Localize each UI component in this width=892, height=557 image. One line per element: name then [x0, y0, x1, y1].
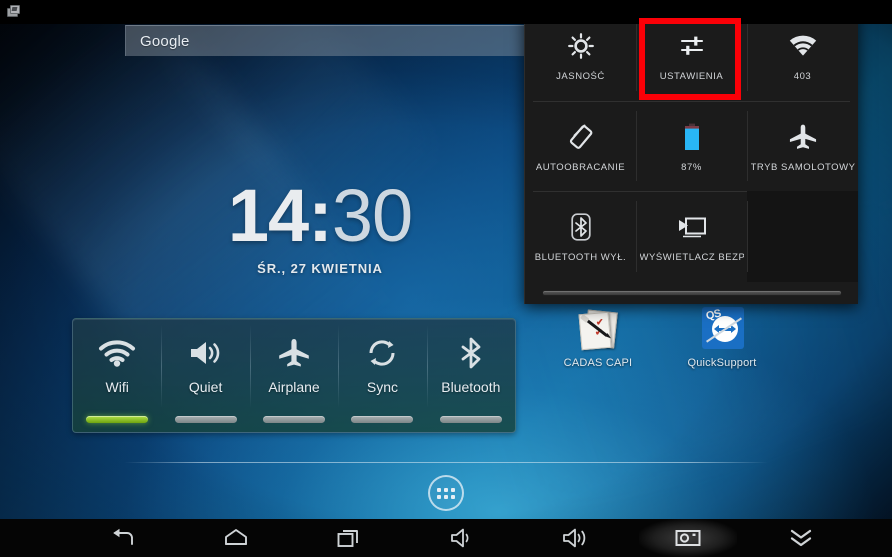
home-icon [223, 528, 249, 548]
navigation-bar [0, 519, 892, 557]
toggle-wifi[interactable]: Wifi [73, 319, 161, 432]
camera-icon [675, 528, 701, 548]
cadas-capi-icon: ✔ ✔ [574, 305, 622, 353]
power-control-widget: Wifi Quiet Airplane Sync Bluetooth [72, 318, 516, 433]
qs-tile-label: WYŚWIETLACZ BEZPRZEW [639, 252, 744, 264]
clock-hours: 14 [227, 174, 309, 257]
airplane-icon [277, 333, 311, 373]
toggle-state-bar [263, 416, 326, 423]
brightness-sun-icon [567, 29, 594, 63]
toggle-sync[interactable]: Sync [338, 319, 426, 432]
desktop-icon-cadas-capi[interactable]: ✔ ✔ CADAS CAPI [555, 305, 641, 369]
hotseat-divider [124, 462, 768, 463]
toggle-quiet[interactable]: Quiet [161, 319, 249, 432]
toggle-airplane[interactable]: Airplane [249, 319, 338, 432]
toggle-state-bar [174, 416, 237, 423]
qs-tile-battery[interactable]: 87% [636, 101, 747, 192]
nav-hide-navbar-button[interactable] [744, 519, 857, 557]
toggle-label: Sync [366, 379, 398, 395]
android-home-screen: Google 14:30 ŚR., 27 KWIETNIA Wifi Quiet… [0, 0, 892, 557]
bluetooth-icon [458, 333, 484, 373]
status-bar [0, 0, 892, 24]
toggle-state-bar [351, 416, 414, 423]
cast-screen-icon [677, 210, 707, 244]
qs-tile-empty [747, 191, 858, 283]
qs-tile-label: BLUETOOTH WYŁ. [534, 252, 627, 264]
toggle-bluetooth[interactable]: Bluetooth [426, 319, 515, 432]
app-drawer-grid-icon [437, 487, 455, 499]
quick-settings-row: BLUETOOTH WYŁ. WYŚWIETLACZ BEZPRZEW [525, 191, 858, 283]
quick-settings-grid: JASNOŚĆ USTAWIENIA 403 AUTOOBRACANIE 87%… [525, 10, 858, 283]
qs-tile-label: 87% [681, 161, 702, 173]
desktop-icon-label: CADAS CAPI [563, 357, 633, 369]
qs-tile-airplane-mode[interactable]: TRYB SAMOLOTOWY [747, 101, 858, 192]
quick-settings-panel: JASNOŚĆ USTAWIENIA 403 AUTOOBRACANIE 87%… [524, 10, 858, 304]
qs-tile-label: JASNOŚĆ [556, 70, 605, 82]
clock-separator: : [308, 174, 333, 257]
bluetooth-icon [570, 210, 591, 244]
volume-down-icon [449, 527, 475, 549]
app-drawer-button[interactable] [428, 475, 464, 511]
qs-tile-bluetooth[interactable]: BLUETOOTH WYŁ. [525, 191, 636, 282]
qs-tile-label: 403 [793, 70, 812, 82]
nav-volume-up-button[interactable] [518, 519, 631, 557]
battery-icon [683, 120, 701, 154]
desktop-icon-row: ✔ ✔ CADAS CAPI QS QuickSupport [555, 305, 765, 369]
google-search-bar[interactable]: Google [125, 25, 525, 56]
back-arrow-icon [110, 527, 136, 549]
desktop-icon-label: QuickSupport [687, 357, 757, 369]
toggle-label: Quiet [188, 379, 223, 395]
qs-tile-label: USTAWIENIA [659, 70, 724, 82]
nav-back-button[interactable] [66, 519, 179, 557]
quicksupport-icon: QS [698, 305, 746, 353]
double-chevron-down-icon [788, 528, 814, 548]
clock-date: ŚR., 27 KWIETNIA [257, 261, 383, 276]
search-placeholder: Google [140, 32, 190, 50]
toggle-state-bar [439, 416, 502, 423]
toggle-label: Wifi [105, 379, 129, 395]
qs-tile-auto-rotate[interactable]: AUTOOBRACANIE [525, 101, 636, 192]
wifi-icon [789, 29, 817, 63]
clock-widget[interactable]: 14:30 ŚR., 27 KWIETNIA [150, 178, 490, 277]
qs-tile-label: AUTOOBRACANIE [535, 161, 626, 173]
quick-settings-drag-handle[interactable] [525, 282, 858, 304]
qs-tile-label: TRYB SAMOLOTOWY [750, 161, 855, 173]
wifi-icon [98, 333, 136, 373]
settings-sliders-icon [679, 29, 705, 63]
qs-tile-wireless-display[interactable]: WYŚWIETLACZ BEZPRZEW [636, 191, 747, 282]
toggle-state-bar [86, 416, 149, 423]
nav-recents-button[interactable] [292, 519, 405, 557]
recent-apps-icon [336, 527, 362, 549]
panel-drag-handle [541, 290, 842, 296]
volume-up-icon [561, 527, 589, 549]
quick-settings-row: AUTOOBRACANIE 87% TRYB SAMOLOTOWY [525, 100, 858, 192]
clock-time: 14:30 [150, 178, 490, 254]
auto-rotate-icon [567, 120, 595, 154]
screenshot-icon[interactable] [6, 5, 21, 19]
desktop-icon-quicksupport[interactable]: QS QuickSupport [679, 305, 765, 369]
toggle-label: Bluetooth [441, 379, 501, 395]
airplane-icon [788, 120, 818, 154]
sync-icon [366, 333, 398, 373]
nav-volume-down-button[interactable] [405, 519, 518, 557]
volume-icon [188, 333, 224, 373]
toggle-label: Airplane [268, 379, 320, 395]
nav-screenshot-button[interactable] [631, 519, 744, 557]
nav-home-button[interactable] [179, 519, 292, 557]
clock-minutes: 30 [331, 174, 413, 257]
